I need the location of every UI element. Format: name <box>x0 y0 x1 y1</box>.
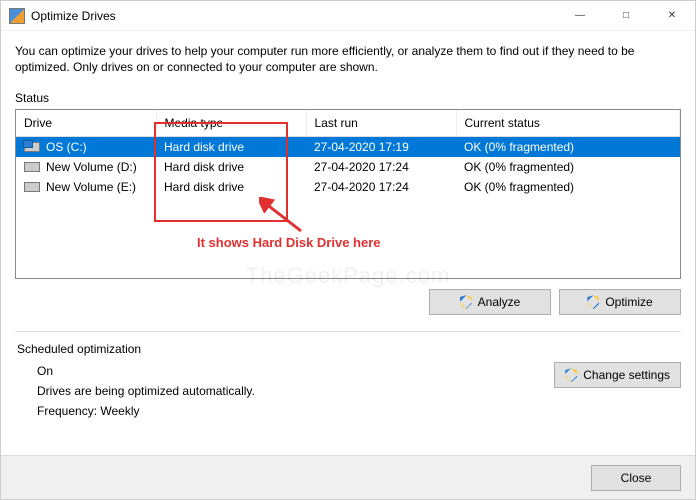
scheduled-desc: Drives are being optimized automatically… <box>17 384 554 398</box>
table-header-row: Drive Media type Last run Current status <box>16 110 680 137</box>
last-run: 27-04-2020 17:24 <box>306 157 456 177</box>
drive-icon <box>24 142 40 152</box>
optimize-button-label: Optimize <box>605 295 652 309</box>
table-row[interactable]: OS (C:) Hard disk drive27-04-2020 17:19OK… <box>16 137 680 158</box>
scheduled-label: Scheduled optimization <box>17 342 681 356</box>
col-current-status[interactable]: Current status <box>456 110 680 137</box>
titlebar: Optimize Drives — □ ✕ <box>1 1 695 31</box>
shield-icon <box>460 295 472 309</box>
drive-icon <box>24 182 40 192</box>
col-last-run[interactable]: Last run <box>306 110 456 137</box>
optimize-button[interactable]: Optimize <box>559 289 681 315</box>
drives-table[interactable]: Drive Media type Last run Current status… <box>16 110 680 197</box>
shield-icon <box>587 295 599 309</box>
current-status: OK (0% fragmented) <box>456 157 680 177</box>
scheduled-state: On <box>17 364 554 378</box>
scheduled-section: Scheduled optimization On Drives are bei… <box>15 342 681 418</box>
separator <box>15 331 681 332</box>
change-settings-button[interactable]: Change settings <box>554 362 681 388</box>
col-drive[interactable]: Drive <box>16 110 156 137</box>
close-button[interactable]: Close <box>591 465 681 491</box>
defrag-app-icon <box>9 8 25 24</box>
table-row[interactable]: New Volume (D:) Hard disk drive27-04-2020… <box>16 157 680 177</box>
drive-icon <box>24 162 40 172</box>
current-status: OK (0% fragmented) <box>456 137 680 158</box>
col-media-type[interactable]: Media type <box>156 110 306 137</box>
close-window-button[interactable]: ✕ <box>649 1 695 31</box>
status-label: Status <box>15 91 681 105</box>
last-run: 27-04-2020 17:24 <box>306 177 456 197</box>
media-type: Hard disk drive <box>156 137 306 158</box>
frequency-label: Frequency: <box>37 404 97 418</box>
bottom-bar: Close <box>1 455 695 499</box>
media-type: Hard disk drive <box>156 157 306 177</box>
analyze-button-label: Analyze <box>478 295 521 309</box>
change-settings-label: Change settings <box>583 368 670 382</box>
window-title: Optimize Drives <box>31 9 116 23</box>
maximize-button[interactable]: □ <box>603 1 649 31</box>
intro-text: You can optimize your drives to help you… <box>15 43 681 75</box>
close-button-label: Close <box>621 471 652 485</box>
drive-name: New Volume (E:) <box>46 180 136 194</box>
analyze-optimize-row: Analyze Optimize <box>15 279 681 331</box>
shield-icon <box>565 368 577 382</box>
last-run: 27-04-2020 17:19 <box>306 137 456 158</box>
table-row[interactable]: New Volume (E:) Hard disk drive27-04-2020… <box>16 177 680 197</box>
drives-table-container: Drive Media type Last run Current status… <box>15 109 681 279</box>
frequency-value: Weekly <box>100 404 139 418</box>
media-type: Hard disk drive <box>156 177 306 197</box>
minimize-button[interactable]: — <box>557 1 603 31</box>
analyze-button[interactable]: Analyze <box>429 289 551 315</box>
drive-name: OS (C:) <box>46 140 87 154</box>
current-status: OK (0% fragmented) <box>456 177 680 197</box>
drive-name: New Volume (D:) <box>46 160 137 174</box>
